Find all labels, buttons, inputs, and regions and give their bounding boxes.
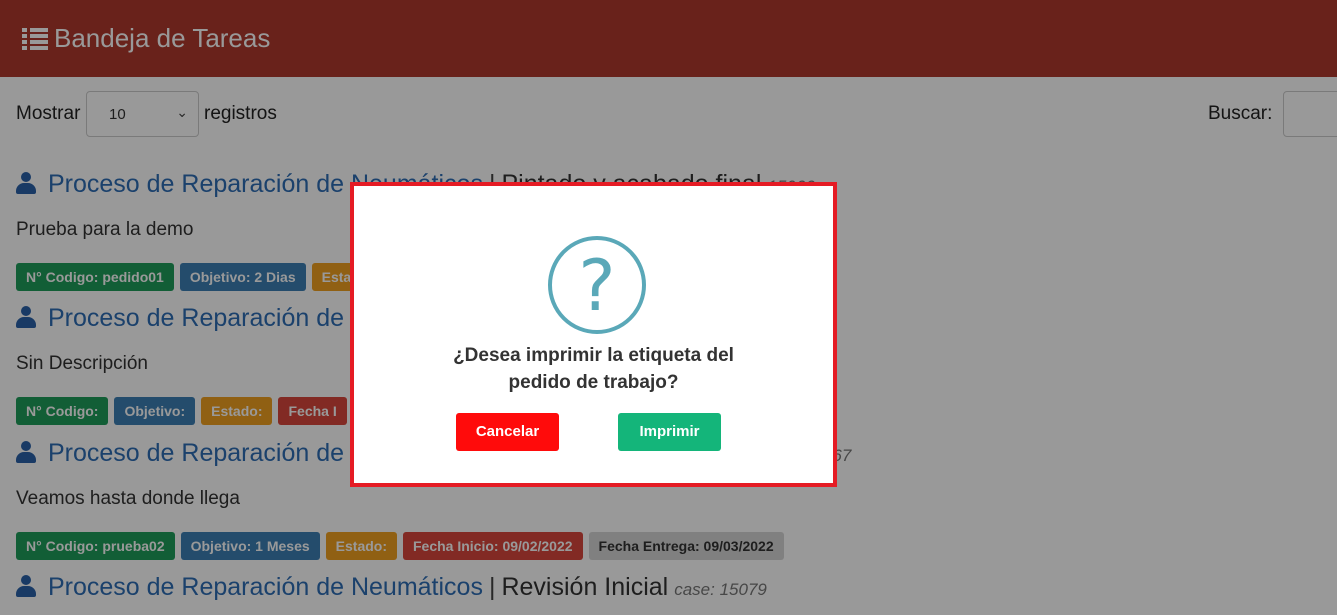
cancel-button[interactable]: Cancelar (456, 413, 559, 451)
print-button[interactable]: Imprimir (618, 413, 721, 451)
question-icon: ? (548, 236, 646, 334)
dialog-message: ¿Desea imprimir la etiqueta del pedido d… (354, 342, 833, 396)
dialog-message-line2: pedido de trabajo? (508, 372, 679, 393)
print-confirm-dialog: ? ¿Desea imprimir la etiqueta del pedido… (350, 182, 837, 487)
dialog-message-line1: ¿Desea imprimir la etiqueta del (453, 345, 734, 366)
